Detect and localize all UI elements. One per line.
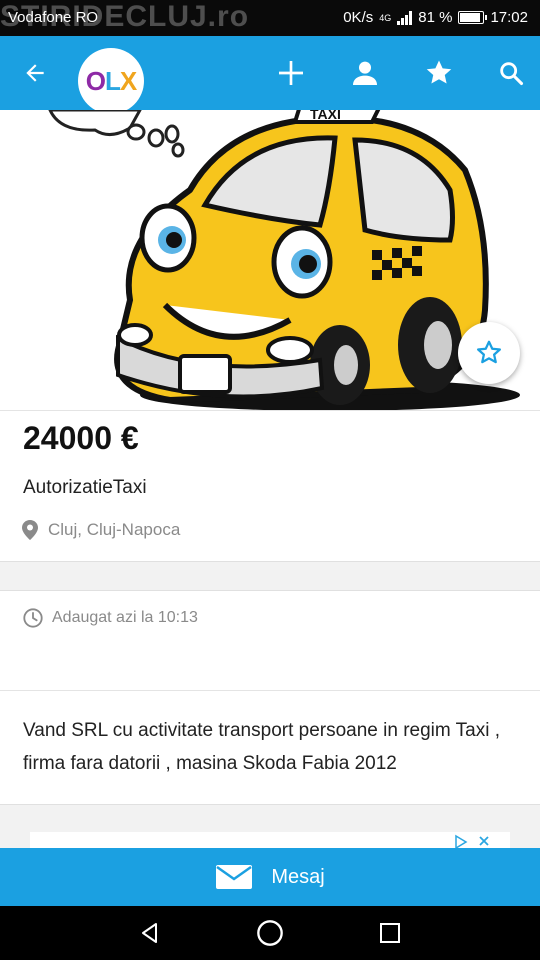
favorite-button[interactable] [458, 322, 520, 384]
taxi-cartoon-image: TAXI [48, 110, 520, 410]
ad-strip[interactable] [30, 832, 510, 850]
listing-date: Adaugat azi la 10:13 [22, 607, 198, 629]
battery-percent: 81 % [418, 9, 453, 26]
logo-letter-o: O [85, 65, 106, 96]
home-circle-icon[interactable] [255, 918, 285, 948]
olx-logo[interactable]: OLX [78, 48, 144, 114]
recents-square-icon[interactable] [375, 918, 405, 948]
envelope-icon [216, 865, 253, 889]
listing-photo[interactable]: TAXI [0, 110, 540, 410]
back-triangle-icon[interactable] [135, 918, 165, 948]
taxi-sign-text: TAXI [310, 110, 341, 122]
listing-price: 24000 € [23, 420, 139, 456]
status-right: 0K/s 4G 81 % 17:02 [343, 9, 528, 26]
star-icon[interactable] [420, 54, 458, 92]
star-outline-icon [477, 340, 501, 364]
user-icon[interactable] [346, 54, 384, 92]
logo-letter-l: L [105, 65, 121, 96]
battery-icon [458, 11, 488, 24]
clock-icon [23, 608, 43, 628]
back-arrow-icon[interactable] [16, 54, 54, 92]
status-bar: STIRIDECLUJ.ro Vodafone RO 0K/s 4G 81 % … [0, 0, 540, 36]
clock: 17:02 [490, 9, 528, 26]
app-bar: OLX [0, 36, 540, 114]
plus-icon[interactable] [272, 54, 310, 92]
message-label: Mesaj [271, 865, 325, 888]
section-separator [0, 561, 540, 591]
divider [0, 690, 540, 691]
search-icon[interactable] [492, 54, 530, 92]
network-speed: 0K/s [343, 9, 374, 26]
signal-icon [397, 10, 413, 25]
location-pin-icon [22, 520, 38, 540]
listing-description: Vand SRL cu activitate transport persoan… [23, 720, 501, 774]
listing-title: AutorizatieTaxi [23, 477, 147, 498]
system-nav-bar [0, 906, 540, 960]
date-text: Adaugat azi la 10:13 [52, 609, 198, 626]
network-type: 4G [379, 12, 392, 23]
listing-location[interactable]: Cluj, Cluj-Napoca [22, 520, 180, 540]
logo-letter-x: X [119, 65, 137, 96]
carrier-name: Vodafone RO [8, 9, 99, 26]
location-text: Cluj, Cluj-Napoca [48, 520, 181, 539]
message-button[interactable]: Mesaj [0, 848, 540, 906]
